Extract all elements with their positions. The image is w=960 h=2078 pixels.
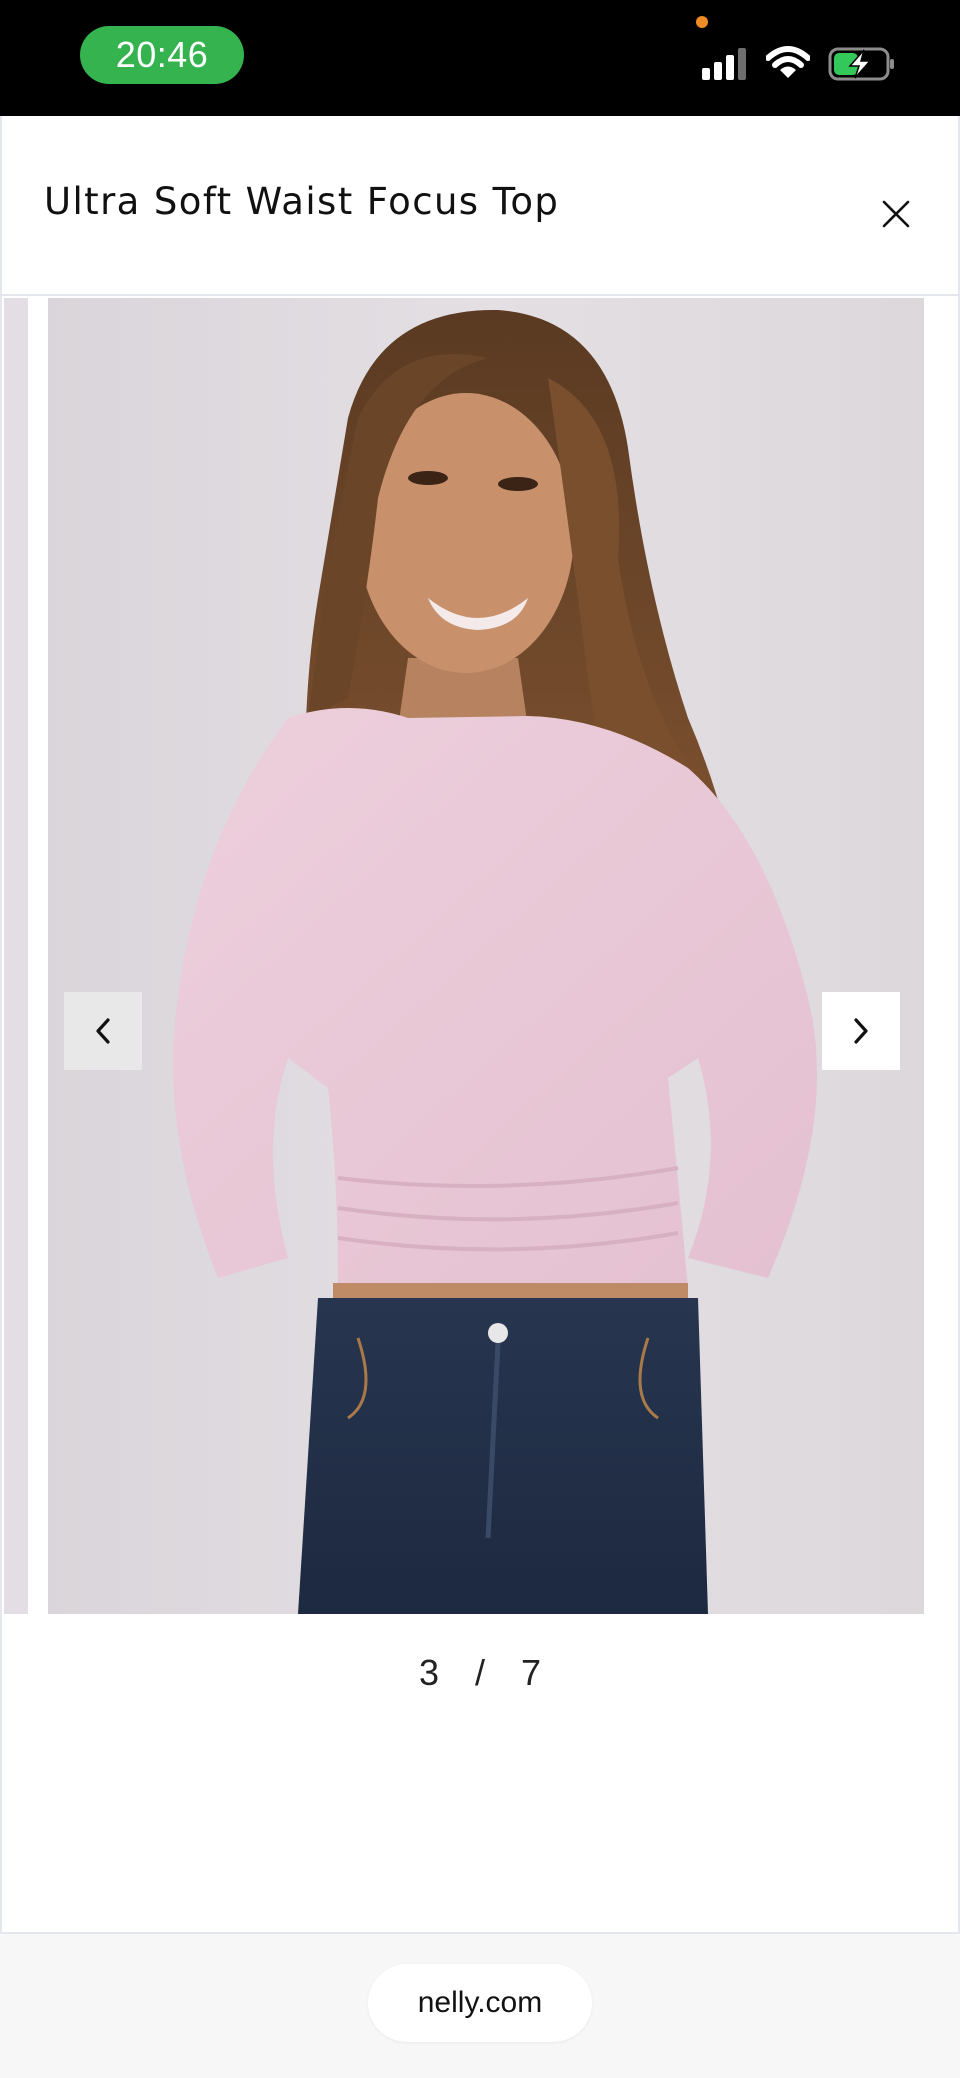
- product-image-modal: Ultra Soft Waist Focus Top 3 / 7: [0, 116, 960, 1934]
- product-title: Ultra Soft Waist Focus Top: [44, 180, 560, 223]
- url-text: nelly.com: [417, 1986, 543, 2019]
- battery-charging-icon: [828, 47, 894, 81]
- browser-bottom-bar: nelly.com: [0, 1934, 960, 2078]
- slide-gap: [28, 298, 46, 1614]
- pager-separator: /: [474, 1652, 485, 1693]
- chevron-left-icon: [96, 1018, 110, 1044]
- product-photo-illustration: [48, 298, 924, 1614]
- wifi-icon: [766, 46, 810, 78]
- previous-slide-peek: [4, 298, 28, 1614]
- modal-header: Ultra Soft Waist Focus Top: [2, 116, 958, 296]
- image-pager: 3 / 7: [2, 1652, 958, 1694]
- image-gallery[interactable]: [2, 298, 958, 1616]
- status-time: 20:46: [115, 34, 209, 75]
- close-icon: [882, 200, 910, 228]
- current-image-number: 3: [418, 1652, 439, 1693]
- camera-indicator-dot: [696, 16, 708, 28]
- chevron-right-icon: [854, 1018, 868, 1044]
- close-button[interactable]: [868, 186, 924, 242]
- next-image-button[interactable]: [822, 992, 900, 1070]
- previous-image-button[interactable]: [64, 992, 142, 1070]
- address-bar[interactable]: nelly.com: [368, 1964, 592, 2042]
- status-bar: 20:46: [0, 0, 960, 116]
- signal-icon: [702, 48, 746, 80]
- product-photo[interactable]: [48, 298, 924, 1614]
- total-image-count: 7: [521, 1652, 542, 1693]
- time-pill: 20:46: [80, 26, 244, 84]
